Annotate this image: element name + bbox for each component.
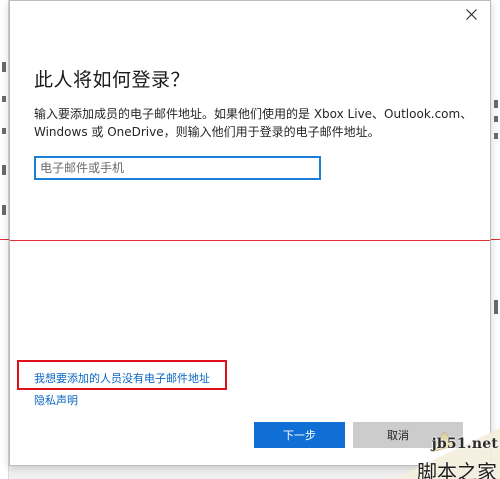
next-button[interactable]: 下一步 [254, 422, 345, 448]
cancel-button[interactable]: 取消 [353, 422, 463, 448]
background-red-line [0, 239, 9, 240]
background-fragment [2, 62, 6, 72]
background-fragment [494, 100, 498, 108]
privacy-statement-link[interactable]: 隐私声明 [34, 392, 78, 408]
close-button[interactable] [458, 3, 484, 25]
add-member-dialog: 此人将如何登录？ 输入要添加成员的电子邮件地址。如果他们使用的是 Xbox Li… [9, 0, 491, 466]
red-guide-line [10, 240, 490, 241]
dialog-title: 此人将如何登录？ [34, 69, 191, 91]
background-red-line [491, 239, 500, 240]
dialog-description: 输入要添加成员的电子邮件地址。如果他们使用的是 Xbox Live、Outloo… [34, 107, 473, 139]
background-fragment [2, 96, 6, 102]
background-fragment [494, 116, 498, 122]
background-fragment [494, 300, 498, 314]
no-email-link[interactable]: 我想要添加的人员没有电子邮件地址 [34, 370, 210, 386]
background-fragment [2, 165, 6, 175]
email-field[interactable] [34, 156, 321, 180]
background-fragment [2, 128, 6, 134]
close-icon [465, 8, 477, 20]
background-fragment [494, 133, 498, 139]
background-fragment [2, 205, 6, 215]
